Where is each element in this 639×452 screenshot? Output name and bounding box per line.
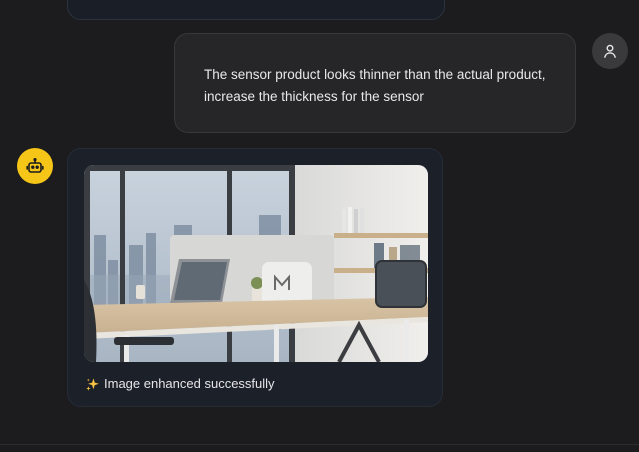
sparkles-icon bbox=[86, 377, 99, 391]
bot-message-card: Image enhanced successfully bbox=[67, 148, 443, 407]
previous-message-card bbox=[67, 0, 445, 20]
caption-text: Image enhanced successfully bbox=[104, 376, 275, 391]
office-scene-illustration bbox=[84, 165, 428, 362]
enhanced-office-image[interactable] bbox=[84, 165, 428, 362]
robot-icon bbox=[26, 157, 44, 173]
user-icon bbox=[604, 44, 616, 58]
chat-view: The sensor product looks thinner than th… bbox=[0, 0, 639, 452]
user-message-text: The sensor product looks thinner than th… bbox=[204, 67, 546, 104]
composer-divider bbox=[0, 444, 639, 445]
user-message-bubble: The sensor product looks thinner than th… bbox=[174, 33, 576, 133]
bot-avatar bbox=[17, 148, 53, 184]
user-avatar bbox=[592, 33, 628, 69]
bot-caption: Image enhanced successfully bbox=[85, 375, 275, 393]
